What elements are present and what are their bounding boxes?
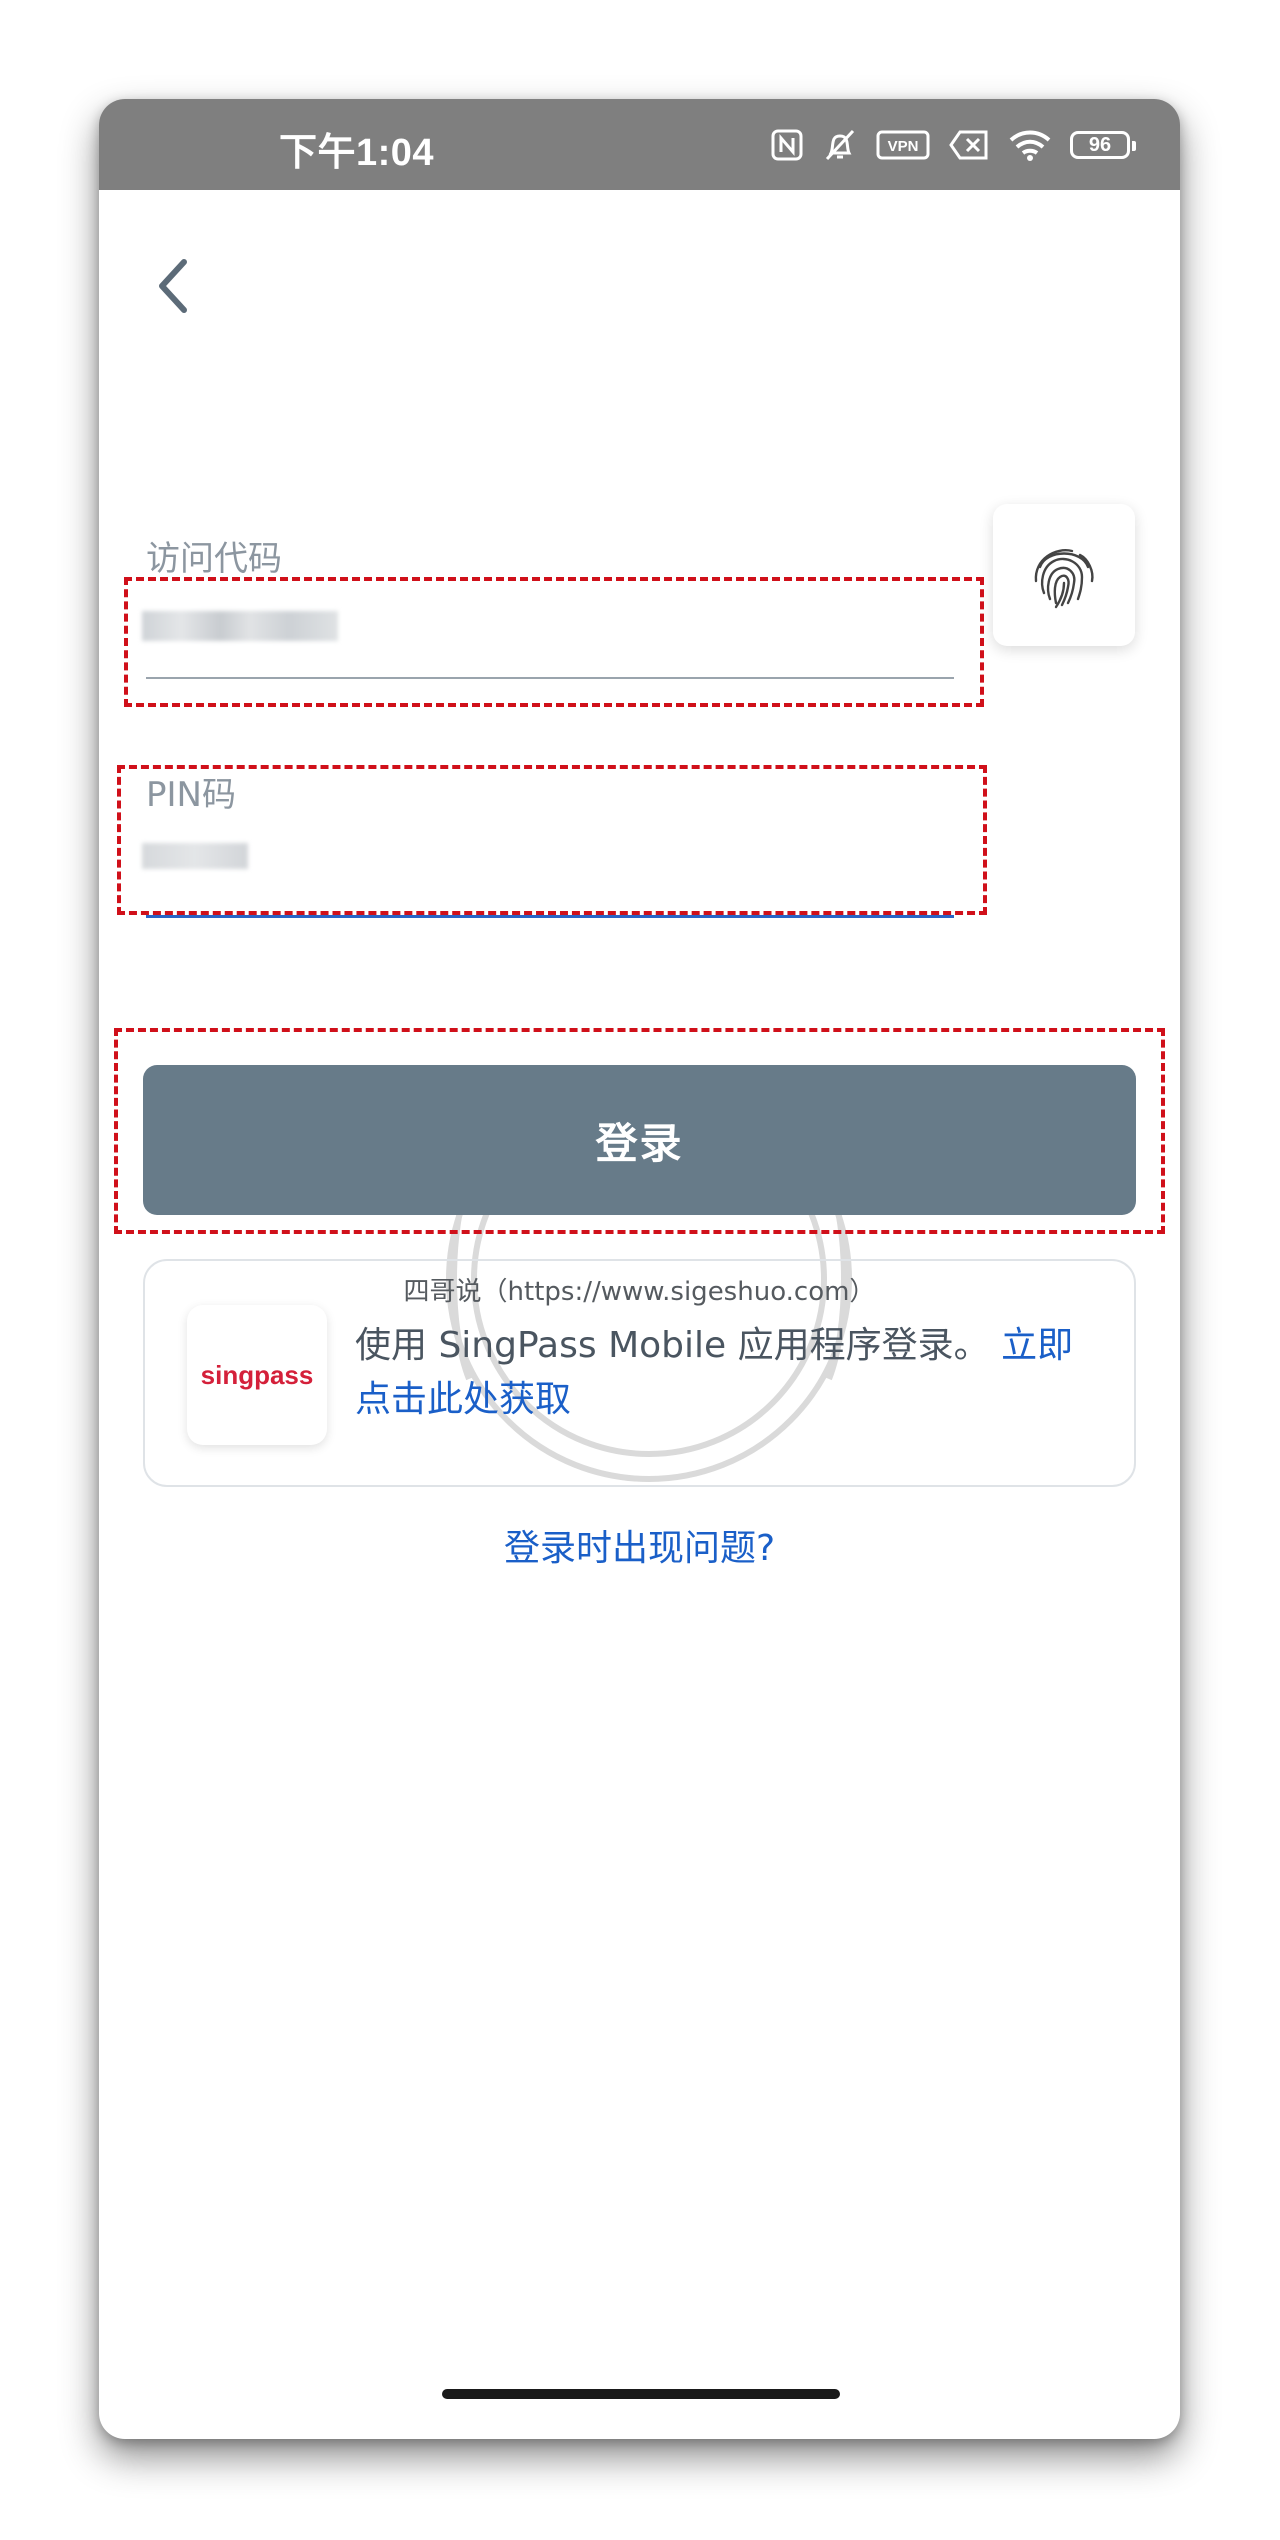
- annotation-box-access-code: [124, 577, 984, 707]
- pin-label: PIN码: [146, 775, 236, 815]
- home-indicator[interactable]: [442, 2389, 840, 2399]
- access-code-underline: [146, 677, 954, 679]
- status-time: 下午1:04: [279, 132, 435, 174]
- status-icons: VPN 96: [770, 123, 1136, 167]
- singpass-logo: singpass: [187, 1305, 327, 1445]
- status-bar: 下午1:04 VPN 96: [99, 99, 1180, 190]
- login-button[interactable]: 登录: [143, 1065, 1136, 1215]
- pin-underline: [146, 915, 954, 918]
- svg-text:VPN: VPN: [888, 138, 919, 155]
- login-trouble-link[interactable]: 登录时出现问题?: [99, 1519, 1180, 1571]
- back-button[interactable]: [144, 244, 204, 324]
- vpn-icon: VPN: [876, 130, 930, 160]
- chevron-left-icon: [159, 259, 187, 313]
- battery-icon: 96: [1070, 131, 1136, 159]
- annotation-box-pin: [117, 765, 987, 915]
- phone-frame: 下午1:04 VPN 96 访问代码 PIN码 登录 四哥说（https://w…: [99, 99, 1180, 2439]
- nfc-icon: [770, 128, 804, 162]
- fingerprint-button[interactable]: [993, 504, 1135, 646]
- no-sim-icon: [948, 129, 990, 161]
- singpass-text: 使用 SingPass Mobile 应用程序登录。 立即点击此处获取: [355, 1319, 1095, 1427]
- bell-muted-icon: [822, 127, 858, 163]
- fingerprint-icon: [1034, 549, 1094, 609]
- wifi-icon: [1008, 128, 1052, 162]
- pin-input[interactable]: [142, 843, 248, 869]
- access-code-input[interactable]: [142, 611, 338, 641]
- singpass-description: 使用 SingPass Mobile 应用程序登录。: [355, 1325, 990, 1366]
- singpass-card[interactable]: singpass 使用 SingPass Mobile 应用程序登录。 立即点击…: [143, 1259, 1136, 1487]
- access-code-label: 访问代码: [146, 539, 282, 579]
